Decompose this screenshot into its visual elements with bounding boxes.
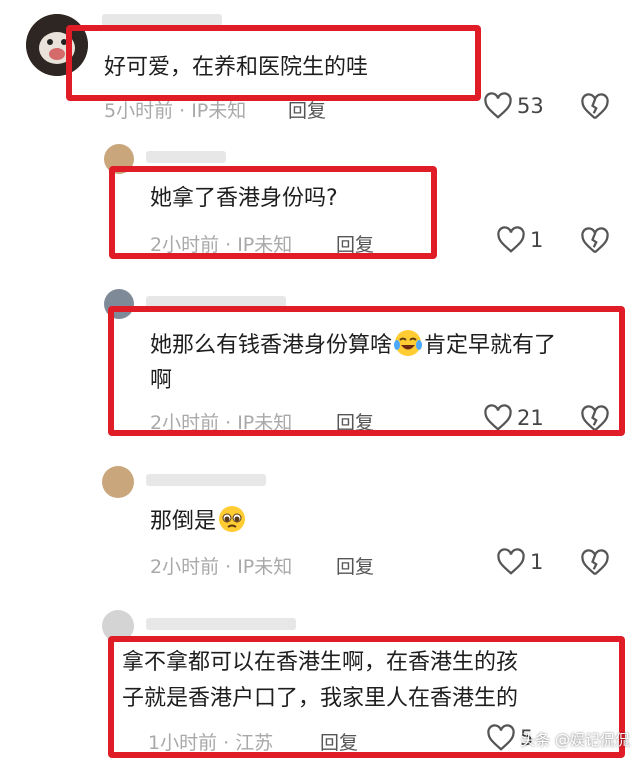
highlight-box bbox=[66, 25, 481, 101]
dislike-button[interactable] bbox=[580, 93, 610, 125]
watermark: 头条 @娱记侃侃 bbox=[520, 731, 630, 749]
heart-outline-icon bbox=[484, 92, 512, 119]
like-button[interactable]: 53 bbox=[483, 92, 544, 120]
heart-outline-icon bbox=[497, 226, 525, 253]
broken-heart-icon bbox=[581, 93, 609, 120]
highlight-box bbox=[108, 306, 625, 436]
heart-outline-icon bbox=[497, 548, 525, 575]
username-blurred[interactable] bbox=[146, 618, 296, 630]
comment-text-line: 那倒是 bbox=[150, 503, 248, 541]
username-blurred[interactable] bbox=[146, 151, 226, 163]
dislike-button[interactable] bbox=[580, 227, 610, 259]
like-button[interactable]: 1 bbox=[496, 548, 543, 576]
avatar[interactable] bbox=[102, 466, 134, 498]
reply-button[interactable]: 回复 bbox=[336, 552, 374, 579]
broken-heart-icon bbox=[581, 549, 609, 576]
like-count: 1 bbox=[530, 550, 544, 574]
broken-heart-icon bbox=[581, 227, 609, 254]
pleading-face-emoji bbox=[217, 504, 247, 534]
comment-text: 那倒是 bbox=[150, 509, 217, 534]
highlight-box bbox=[109, 166, 437, 259]
like-count: 1 bbox=[530, 228, 544, 252]
username-blurred[interactable] bbox=[146, 474, 266, 486]
comment-meta: 2小时前 · IP未知 bbox=[150, 556, 293, 578]
like-button[interactable]: 1 bbox=[496, 226, 543, 254]
like-count: 53 bbox=[517, 94, 544, 118]
dislike-button[interactable] bbox=[580, 549, 610, 581]
